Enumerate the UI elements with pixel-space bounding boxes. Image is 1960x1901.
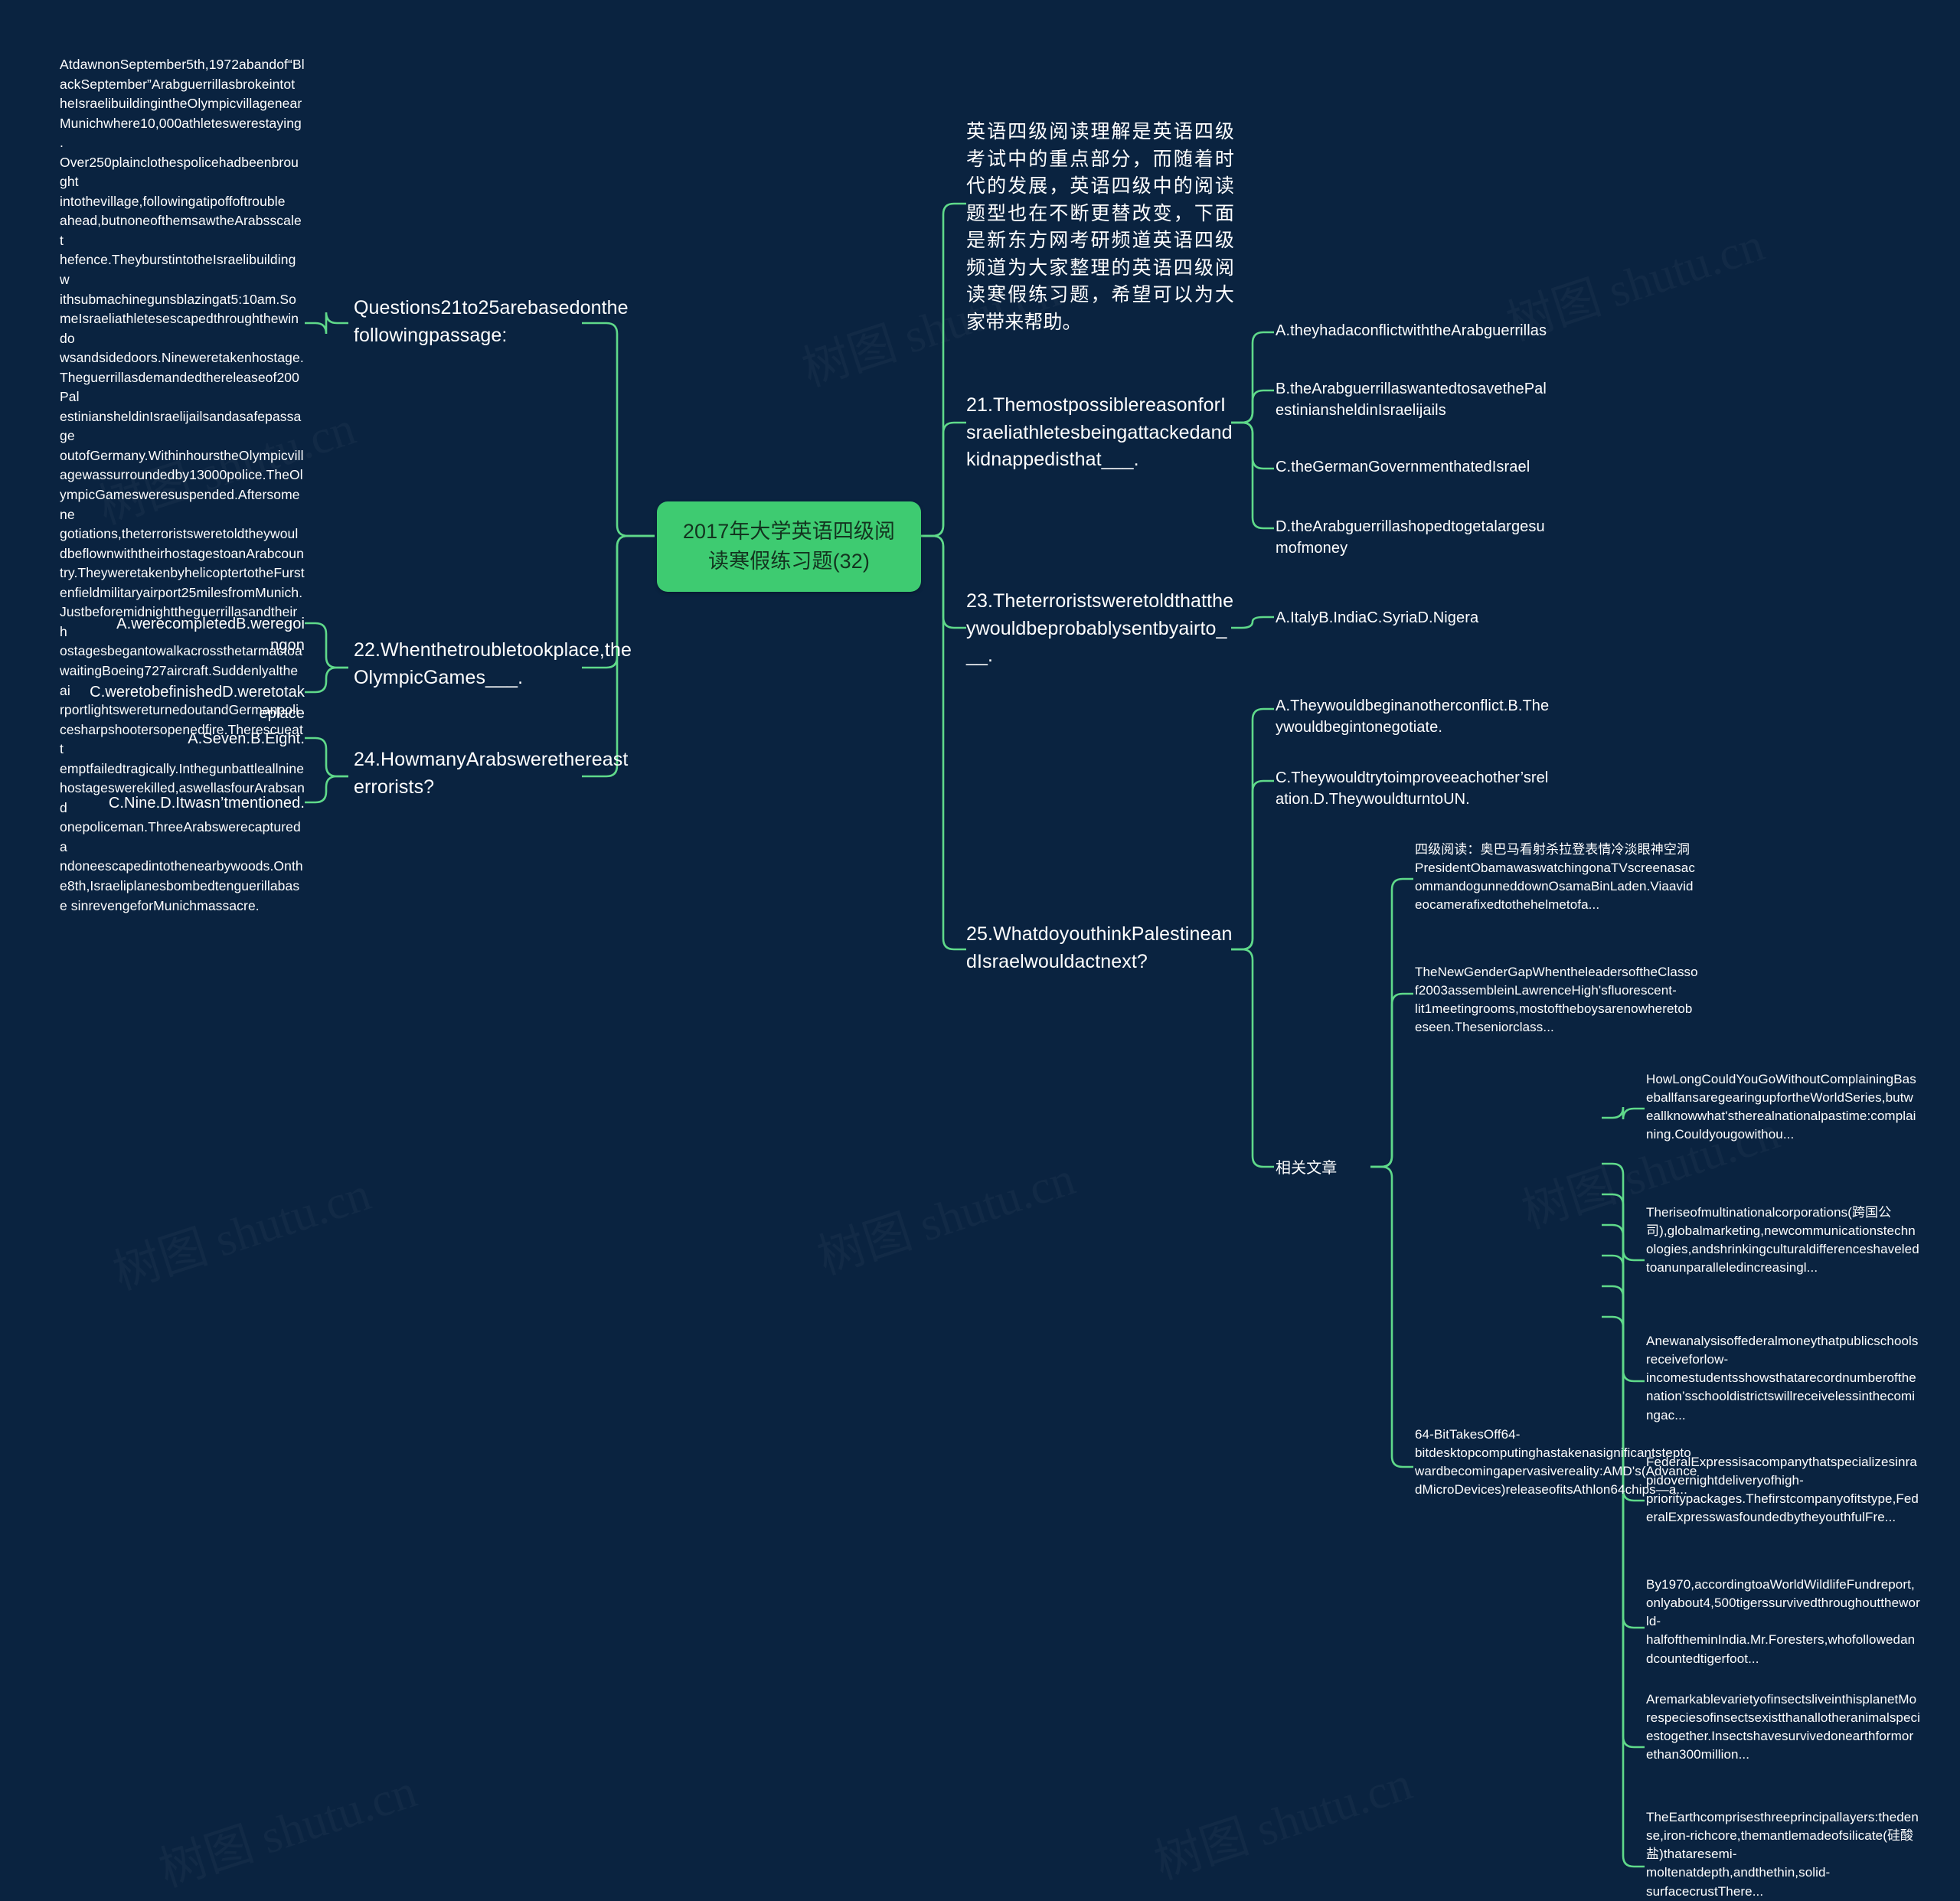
related-article-text: TheNewGenderGapWhentheleadersoftheClasso… — [1415, 965, 1698, 1035]
question-22-node[interactable]: 22.Whenthetroubletookplace,theOlympicGam… — [354, 637, 635, 691]
related-subarticle-text: By1970,accordingtoaWorldWildlifeFundrepo… — [1646, 1577, 1920, 1666]
related-subarticle-item[interactable]: HowLongCouldYouGoWithoutComplainingBaseb… — [1646, 1070, 1920, 1145]
root-node[interactable]: 2017年大学英语四级阅读寒假练习题(32) — [657, 501, 921, 593]
related-articles-node[interactable]: 相关文章 — [1276, 1158, 1375, 1179]
question-21-node[interactable]: 21.ThemostpossiblereasonforIsraeliathlet… — [966, 392, 1234, 474]
option-label: C.Theywouldtrytoimproveeachother’srelati… — [1276, 769, 1549, 808]
related-subarticle-item[interactable]: FederalExpressisacompanythatspecializesi… — [1646, 1453, 1920, 1527]
related-article-item[interactable]: 四级阅读：奥巴马看射杀拉登表情冷淡眼神空洞PresidentObamawaswa… — [1415, 841, 1698, 915]
watermark: 树图 shutu.cn — [808, 1139, 1083, 1287]
related-subarticle-text: HowLongCouldYouGoWithoutComplainingBaseb… — [1646, 1072, 1916, 1142]
question-21-option-b[interactable]: B.theArabguerrillaswantedtosavethePalest… — [1276, 378, 1551, 422]
watermark: 树图 shutu.cn — [1145, 1744, 1419, 1892]
question-24-option-cd[interactable]: C.Nine.D.Itwasn’tmentioned. — [98, 792, 305, 814]
option-label: C.Nine.D.Itwasn’tmentioned. — [108, 795, 305, 812]
related-subarticle-text: FederalExpressisacompanythatspecializesi… — [1646, 1455, 1919, 1525]
question-25-node[interactable]: 25.WhatdoyouthinkPalestineandIsraelwould… — [966, 921, 1234, 975]
watermark: 树图 shutu.cn — [149, 1752, 424, 1899]
question-24-option-ab[interactable]: A.Seven.B.Eight. — [153, 728, 305, 750]
question-21-label: 21.ThemostpossiblereasonforIsraeliathlet… — [966, 394, 1233, 470]
watermark: 树图 shutu.cn — [103, 1155, 378, 1302]
question-22-label: 22.Whenthetroubletookplace,theOlympicGam… — [354, 639, 632, 688]
question-23-label: 23.Theterroristsweretoldthattheywouldbep… — [966, 590, 1234, 666]
left-heading-label: Questions21to25arebasedonthefollowingpas… — [354, 297, 629, 346]
reading-passage-text: AtdawnonSeptember5th,1972abandof“BlackSe… — [60, 57, 309, 913]
question-25-option-ab[interactable]: A.Theywouldbeginanotherconflict.B.Theywo… — [1276, 695, 1551, 739]
option-label: C.theGermanGovernmenthatedIsrael — [1276, 459, 1530, 475]
question-21-option-c[interactable]: C.theGermanGovernmenthatedIsrael — [1276, 456, 1551, 478]
intro-node[interactable]: 英语四级阅读理解是英语四级考试中的重点部分，而随着时代的发展，英语四级中的阅读题… — [966, 119, 1234, 336]
related-subarticle-item[interactable]: Anewanalysisoffederalmoneythatpublicscho… — [1646, 1332, 1920, 1425]
option-label: A.werecompletedB.weregoingon — [116, 616, 305, 655]
option-label: A.ItalyB.IndiaC.SyriaD.Nigera — [1276, 609, 1479, 626]
option-label: C.weretobefinishedD.weretotakeplace — [90, 684, 305, 723]
question-22-option-cd[interactable]: C.weretobefinishedD.weretotakeplace — [84, 681, 305, 725]
question-24-label: 24.HowmanyArabswerethereasterrorists? — [354, 749, 629, 798]
related-articles-label: 相关文章 — [1276, 1160, 1338, 1177]
option-label: A.Theywouldbeginanotherconflict.B.Theywo… — [1276, 697, 1550, 737]
related-subarticle-text: TheEarthcomprisesthreeprincipallayers:th… — [1646, 1810, 1919, 1899]
question-23-node[interactable]: 23.Theterroristsweretoldthattheywouldbep… — [966, 588, 1234, 670]
related-subarticle-text: Anewanalysisoffederalmoneythatpublicscho… — [1646, 1334, 1919, 1422]
option-label: D.theArabguerrillashopedtogetalargesumof… — [1276, 518, 1545, 557]
related-subarticle-item[interactable]: TheEarthcomprisesthreeprincipallayers:th… — [1646, 1808, 1920, 1901]
related-subarticle-text: Aremarkablevarietyofinsectsliveinthispla… — [1646, 1692, 1921, 1762]
option-label: B.theArabguerrillaswantedtosavethePalest… — [1276, 381, 1547, 420]
root-label: 2017年大学英语四级阅读寒假练习题(32) — [682, 520, 896, 573]
intro-text: 英语四级阅读理解是英语四级考试中的重点部分，而随着时代的发展，英语四级中的阅读题… — [966, 121, 1234, 333]
question-24-node[interactable]: 24.HowmanyArabswerethereasterrorists? — [354, 746, 635, 801]
question-21-option-a[interactable]: A.theyhadaconflictwiththeArabguerrillas — [1276, 320, 1551, 341]
related-article-text: 四级阅读：奥巴马看射杀拉登表情冷淡眼神空洞PresidentObamawaswa… — [1415, 842, 1695, 913]
option-label: A.theyhadaconflictwiththeArabguerrillas — [1276, 322, 1547, 339]
question-25-option-cd[interactable]: C.Theywouldtrytoimproveeachother’srelati… — [1276, 767, 1551, 811]
question-23-options[interactable]: A.ItalyB.IndiaC.SyriaD.Nigera — [1276, 607, 1551, 629]
reading-passage-node[interactable]: AtdawnonSeptember5th,1972abandof“BlackSe… — [60, 55, 305, 916]
related-subarticle-item[interactable]: Aremarkablevarietyofinsectsliveinthispla… — [1646, 1690, 1920, 1765]
question-25-label: 25.WhatdoyouthinkPalestineandIsraelwould… — [966, 923, 1233, 972]
question-22-option-ab[interactable]: A.werecompletedB.weregoingon — [115, 613, 305, 657]
related-article-item[interactable]: TheNewGenderGapWhentheleadersoftheClasso… — [1415, 963, 1698, 1037]
related-subarticle-item[interactable]: By1970,accordingtoaWorldWildlifeFundrepo… — [1646, 1576, 1920, 1668]
left-heading-node[interactable]: Questions21to25arebasedonthefollowingpas… — [354, 295, 629, 349]
related-subarticle-item[interactable]: Theriseofmultinationalcorporations(跨国公司)… — [1646, 1204, 1920, 1278]
related-subarticle-text: Theriseofmultinationalcorporations(跨国公司)… — [1646, 1205, 1919, 1275]
question-21-option-d[interactable]: D.theArabguerrillashopedtogetalargesumof… — [1276, 516, 1551, 560]
option-label: A.Seven.B.Eight. — [188, 730, 305, 747]
